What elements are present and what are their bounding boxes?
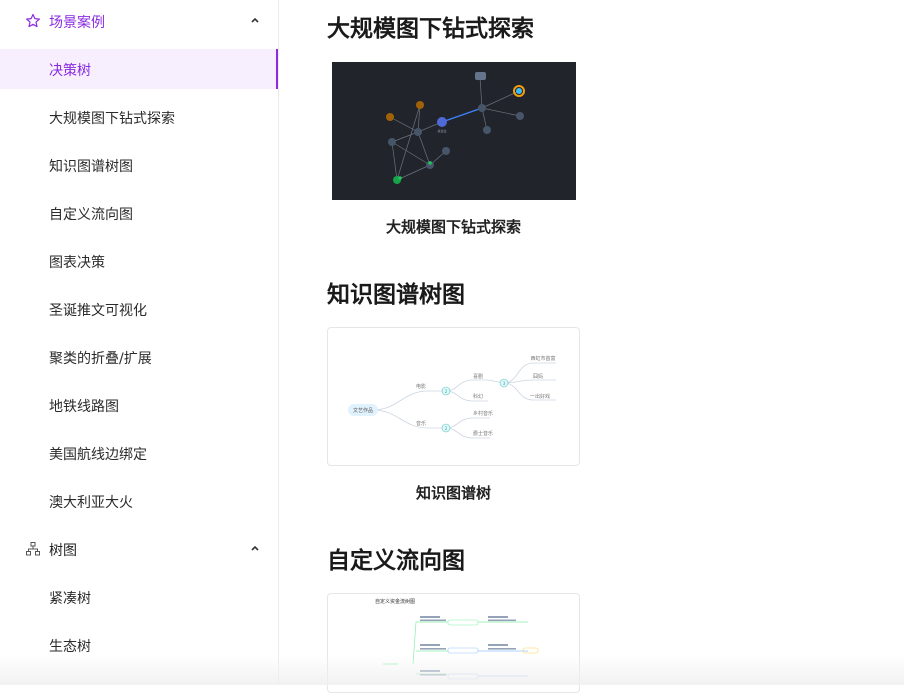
star-icon bbox=[26, 13, 40, 28]
sidebar-item-label: 决策树 bbox=[49, 63, 91, 79]
sidebar-item-cluster-collapse[interactable]: 聚类的折叠/扩展 bbox=[0, 337, 278, 377]
tree-root-label: 文艺作品 bbox=[353, 407, 373, 414]
sidebar: 场景案例 决策树 大规模图下钻式探索 知识图谱树图 自定义流向图 图表决策 圣诞… bbox=[0, 0, 279, 685]
sidebar-item-christmas-tweets[interactable]: 圣诞推文可视化 bbox=[0, 289, 278, 329]
sidebar-item-chart-decision[interactable]: 图表决策 bbox=[0, 241, 278, 281]
sidebar-item-decision-tree[interactable]: 决策树 bbox=[0, 49, 278, 89]
sidebar-item-label: 知识图谱树图 bbox=[49, 159, 133, 175]
section-title: 自定义流向图 bbox=[327, 548, 465, 574]
group-tree[interactable]: 树图 bbox=[0, 529, 278, 569]
custom-flow-graphic: 自定义资金流树图 bbox=[375, 598, 539, 680]
tree-branch-label: 电影 bbox=[416, 383, 426, 390]
group-label: 树图 bbox=[49, 543, 77, 559]
graph-node-label: 某企业 bbox=[437, 128, 446, 133]
sidebar-item-label: 图表决策 bbox=[49, 255, 105, 271]
tree-leaf-label: 爵士音乐 bbox=[473, 430, 493, 437]
sidebar-item-label: 地铁线路图 bbox=[49, 399, 119, 415]
sidebar-item-label: 自定义流向图 bbox=[49, 207, 133, 223]
sidebar-item-knowledge-tree[interactable]: 知识图谱树图 bbox=[0, 145, 278, 185]
sidebar-item-compact-tree[interactable]: 紧凑树 bbox=[0, 577, 278, 617]
drilldown-thumbnail[interactable]: 某企业 bbox=[332, 62, 576, 200]
tree-badge: 3 bbox=[503, 381, 506, 386]
tree-icon bbox=[26, 542, 40, 556]
group-scene-cases[interactable]: 场景案例 bbox=[0, 1, 278, 41]
card-caption: 大规模图下钻式探索 bbox=[385, 218, 521, 236]
sidebar-item-metro-map[interactable]: 地铁线路图 bbox=[0, 385, 278, 425]
sidebar-item-label: 大规模图下钻式探索 bbox=[49, 111, 175, 127]
sidebar-item-label: 紧凑树 bbox=[49, 591, 91, 607]
chevron-up-icon[interactable] bbox=[250, 15, 260, 25]
sidebar-item-drilldown[interactable]: 大规模图下钻式探索 bbox=[0, 97, 278, 137]
tree-badge: 2 bbox=[445, 426, 448, 431]
tree-leaf-label: 科幻 bbox=[473, 393, 483, 400]
sidebar-item-australia-fire[interactable]: 澳大利亚大火 bbox=[0, 481, 278, 521]
group-label: 场景案例 bbox=[49, 15, 105, 31]
sidebar-item-eco-tree[interactable]: 生态树 bbox=[0, 625, 278, 665]
flow-title: 自定义资金流树图 bbox=[375, 598, 415, 605]
section-title: 知识图谱树图 bbox=[327, 282, 465, 308]
sidebar-item-custom-flow[interactable]: 自定义流向图 bbox=[0, 193, 278, 233]
section-title: 大规模图下钻式探索 bbox=[327, 16, 534, 42]
custom-flow-thumbnail[interactable]: 自定义资金流树图 bbox=[327, 593, 580, 693]
knowledge-tree-thumbnail[interactable]: 文艺作品 电影 音乐 2 2 3 喜剧 科幻 乡村音乐 爵士音乐 西虹市首富 囧… bbox=[327, 327, 580, 466]
main-content: 大规模图下钻式探索 某企业 大规模图下钻式探索 知识图谱树图 文艺作品 电影 音… bbox=[279, 0, 904, 693]
tree-badge: 2 bbox=[445, 389, 448, 394]
chevron-up-icon[interactable] bbox=[250, 543, 260, 553]
sidebar-item-label: 圣诞推文可视化 bbox=[49, 303, 147, 319]
sidebar-item-label: 美国航线边绑定 bbox=[49, 447, 147, 463]
sidebar-item-label: 聚类的折叠/扩展 bbox=[49, 351, 152, 367]
sidebar-item-us-airlines[interactable]: 美国航线边绑定 bbox=[0, 433, 278, 473]
tree-branch-label: 音乐 bbox=[416, 420, 426, 427]
sidebar-item-label: 生态树 bbox=[49, 639, 91, 655]
tree-subleaf-label: 西虹市首富 bbox=[530, 355, 555, 362]
card-caption: 知识图谱树 bbox=[415, 484, 491, 502]
sidebar-item-label: 澳大利亚大火 bbox=[49, 495, 133, 511]
knowledge-tree-graphic: 文艺作品 电影 音乐 2 2 3 喜剧 科幻 乡村音乐 爵士音乐 西虹市首富 囧… bbox=[348, 355, 556, 439]
tree-subleaf-label: 一出好戏 bbox=[530, 393, 550, 400]
tree-leaf-label: 乡村音乐 bbox=[473, 410, 493, 417]
tree-leaf-label: 喜剧 bbox=[473, 373, 483, 380]
tree-subleaf-label: 囧妈 bbox=[533, 373, 543, 380]
